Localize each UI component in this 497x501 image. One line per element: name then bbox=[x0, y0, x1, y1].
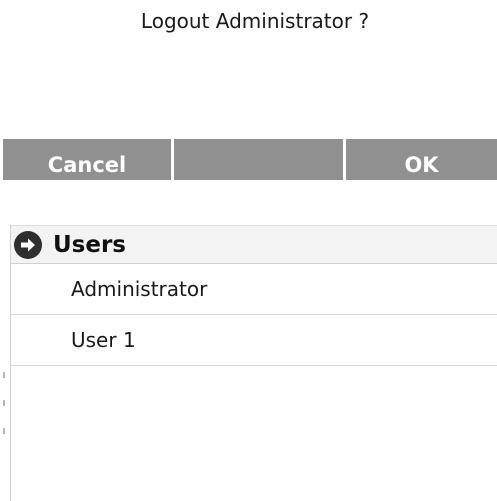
user-list-item-administrator[interactable]: Administrator bbox=[11, 264, 497, 315]
arrow-right-circle-icon bbox=[14, 230, 42, 259]
user-list-item-user-1[interactable]: User 1 bbox=[11, 315, 497, 366]
cancel-button[interactable]: Cancel bbox=[3, 139, 171, 180]
dialog-button-bar: Cancel OK bbox=[3, 139, 497, 180]
ok-button[interactable]: OK bbox=[346, 139, 497, 180]
left-edge-ticks bbox=[3, 372, 6, 462]
users-header-label: Users bbox=[53, 231, 126, 258]
users-panel: Users Administrator User 1 bbox=[10, 225, 497, 501]
logout-prompt-title: Logout Administrator ? bbox=[140, 9, 370, 33]
blank-middle-button[interactable] bbox=[174, 139, 343, 180]
users-section-header[interactable]: Users bbox=[11, 225, 497, 264]
